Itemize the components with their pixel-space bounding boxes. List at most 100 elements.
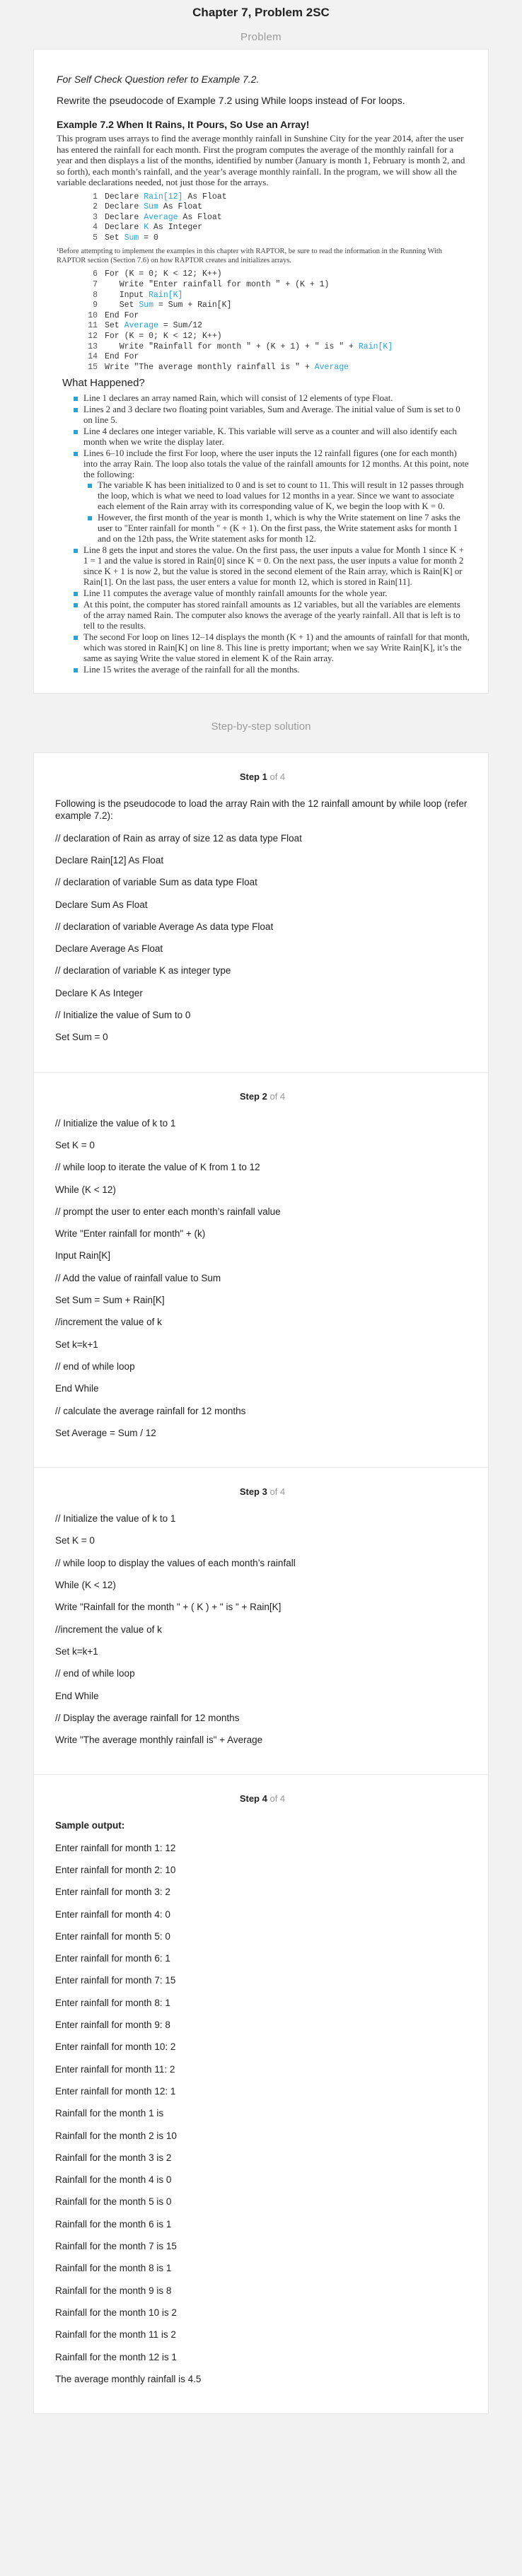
code-line: 7 Write "Enter rainfall for month " + (K… (85, 280, 470, 291)
step-line: Rainfall for the month 5 is 0 (55, 2196, 172, 2208)
code-highlight: Sum (139, 301, 154, 310)
problem-question: Rewrite the pseudocode of Example 7.2 us… (57, 95, 405, 106)
explanation-item: Line 15 writes the average of the rainfa… (74, 665, 470, 675)
code-highlight: Average (124, 321, 158, 331)
step-line: Rainfall for the month 10 is 2 (55, 2307, 177, 2318)
code-line: 1 Declare Rain[12] As Float (85, 192, 470, 203)
what-happened-heading: What Happened? (62, 377, 145, 390)
code-highlight: Sum (144, 202, 158, 212)
step-line: Write "Rainfall for the month " + ( K ) … (55, 1602, 282, 1613)
explanation-subitem: However, the first month of the year is … (88, 513, 470, 544)
code-text: Declare K As Integer (105, 223, 203, 233)
explanation-item: Line 4 declares one integer variable, K.… (74, 426, 470, 448)
step-count: of 4 (269, 1486, 286, 1498)
step-line: //increment the value of k (55, 1624, 162, 1635)
code-line-number: 9 (93, 301, 98, 310)
step-line: Rainfall for the month 1 is (55, 2108, 164, 2119)
code-text: End For (105, 352, 139, 362)
code-highlight: Rain[K] (358, 342, 393, 351)
step-line: While (K < 12) (55, 1580, 116, 1591)
code-text: Declare Sum As Float (105, 202, 203, 212)
step-line: Rainfall for the month 8 is 1 (55, 2263, 172, 2274)
step-line: Rainfall for the month 12 is 1 (55, 2351, 177, 2362)
step-line: Write "The average monthly rainfall is" … (55, 1735, 263, 1746)
code-highlight: Average (314, 362, 349, 372)
step-line: Set K = 0 (55, 1535, 95, 1546)
step-line: Enter rainfall for month 4: 0 (55, 1908, 170, 1920)
step-count: of 4 (269, 1090, 286, 1102)
code-line-number: 5 (93, 233, 98, 243)
step-line: Enter rainfall for month 10: 2 (55, 2041, 176, 2053)
step-line: Declare K As Integer (55, 987, 143, 998)
step-line: Rainfall for the month 7 is 15 (55, 2241, 177, 2252)
step-line: // while loop to display the values of e… (55, 1557, 296, 1568)
example-intro: This program uses arrays to find the ave… (57, 133, 465, 187)
explanation-item: The second For loop on lines 12–14 displ… (74, 632, 470, 664)
step-section: Step 1 of 4 Following is the pseudocode t… (34, 753, 488, 1073)
step-line: // declaration of variable Average As da… (55, 921, 274, 932)
explanation-list: Line 1 declares an array named Rain, whi… (74, 393, 470, 675)
step-line: Declare Sum As Float (55, 899, 148, 910)
step-line: Declare Rain[12] As Float (55, 855, 164, 866)
step-line: Rainfall for the month 6 is 1 (55, 2218, 172, 2230)
code-text: Input Rain[K] (105, 290, 183, 300)
step-line: Enter rainfall for month 12: 1 (55, 2085, 176, 2097)
step-label: Step 4 (239, 1793, 267, 1805)
step-line: Rainfall for the month 4 is 0 (55, 2174, 172, 2186)
code-line-number: 6 (93, 269, 98, 279)
step-line: // prompt the user to enter each month’s… (55, 1206, 281, 1217)
code-line-number: 10 (88, 310, 98, 320)
step-line: // declaration of Rain as array of size … (55, 832, 302, 844)
step-line: // Add the value of rainfall value to Su… (55, 1272, 221, 1283)
step-label: Step 3 (239, 1486, 267, 1498)
code-line-number: 14 (88, 352, 98, 362)
step-line: While (K < 12) (55, 1184, 116, 1195)
step-line: Set k=k+1 (55, 1645, 98, 1657)
step-line: Enter rainfall for month 1: 12 (55, 1842, 176, 1853)
problem-heading: Problem (240, 31, 282, 43)
step-line: Rainfall for the month 11 is 2 (55, 2329, 176, 2341)
explanation-item: Line 11 computes the average value of mo… (74, 588, 470, 599)
code-line: 4 Declare K As Integer (85, 223, 470, 233)
explanation-item: Line 1 declares an array named Rain, whi… (74, 393, 470, 404)
step-line: End While (55, 1383, 99, 1394)
step-line: // end of while loop (55, 1360, 135, 1372)
code-line-number: 11 (88, 321, 98, 331)
code-text: Write "Enter rainfall for month " + (K +… (105, 280, 330, 290)
explanation-item: Lines 6–10 include the first For loop, w… (74, 448, 470, 544)
step-line: Enter rainfall for month 7: 15 (55, 1975, 176, 1986)
step-count: of 4 (269, 1793, 286, 1805)
step-line: //increment the value of k (55, 1317, 162, 1328)
code-line-number: 13 (88, 342, 98, 351)
code-line-number: 1 (93, 192, 98, 202)
code-line: 5 Set Sum = 0 (85, 233, 470, 244)
page-title: Chapter 7, Problem 2SC (192, 6, 330, 19)
step-line: // Initialize the value of k to 1 (55, 1513, 176, 1525)
step-line: Enter rainfall for month 11: 2 (55, 2063, 175, 2075)
step-line: Set Sum = Sum + Rain[K] (55, 1295, 165, 1306)
code-text: Set Average = Sum/12 (105, 321, 203, 331)
code-line-number: 12 (88, 332, 98, 342)
explanation-item: At this point, the computer has stored r… (74, 600, 470, 631)
code-text: Write "Rainfall for month " + (K + 1) + … (105, 342, 393, 351)
step-line: // declaration of variable Sum as data t… (55, 877, 257, 888)
code-line-number: 8 (93, 290, 98, 300)
code-line: 9 Set Sum = Sum + Rain[K] (85, 301, 470, 311)
step-line: Enter rainfall for month 9: 8 (55, 2020, 170, 2031)
code-highlight: Average (144, 212, 178, 222)
code-text: For (K = 0; K < 12; K++) (105, 332, 222, 342)
step-line: Rainfall for the month 9 is 8 (55, 2285, 172, 2296)
step-line: Set K = 0 (55, 1139, 95, 1150)
step-heading: Step 2 of 4 (55, 1091, 470, 1102)
code-line: 13 Write "Rainfall for month " + (K + 1)… (85, 342, 470, 353)
step-line: End While (55, 1690, 99, 1701)
step-label: Step 1 (239, 771, 267, 783)
step-line: Set Sum = 0 (55, 1032, 108, 1043)
code-text: Set Sum = 0 (105, 233, 158, 243)
code-line: 2 Declare Sum As Float (85, 202, 470, 213)
step-line: Following is the pseudocode to load the … (55, 798, 468, 822)
step-section: Step 3 of 4 // Initialize the value of k … (34, 1468, 488, 1776)
code-line: 8 Input Rain[K] (85, 291, 470, 301)
step-line: The average monthly rainfall is 4.5 (55, 2373, 202, 2384)
step-line: Enter rainfall for month 5: 0 (55, 1930, 170, 1942)
